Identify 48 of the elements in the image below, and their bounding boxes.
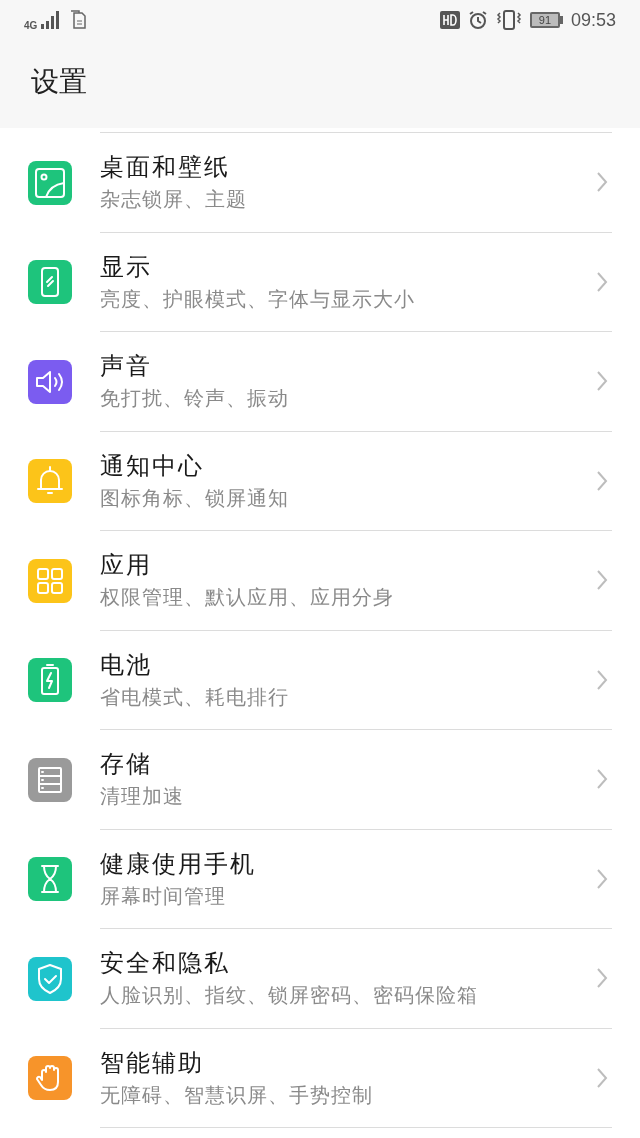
- settings-item[interactable]: 应用 权限管理、默认应用、应用分身: [0, 531, 640, 631]
- item-title: 存储: [100, 749, 153, 780]
- item-subtitle: 清理加速: [100, 784, 185, 810]
- settings-item[interactable]: 显示 亮度、护眼模式、字体与显示大小: [0, 232, 640, 332]
- chevron-right-icon: [596, 967, 608, 990]
- chevron-right-icon: [596, 569, 608, 592]
- item-subtitle: 屏幕时间管理: [100, 883, 227, 909]
- settings-item[interactable]: 声音 免打扰、铃声、振动: [0, 332, 640, 432]
- item-title: 声音: [100, 351, 153, 382]
- item-subtitle: 杂志锁屏、主题: [100, 187, 248, 213]
- item-title: 通知中心: [100, 450, 205, 481]
- settings-item[interactable]: 健康使用手机 屏幕时间管理: [0, 829, 640, 929]
- chevron-right-icon: [596, 668, 608, 691]
- settings-item[interactable]: 桌面和壁纸 杂志锁屏、主题: [0, 133, 640, 233]
- item-subtitle: 图标角标、锁屏通知: [100, 485, 290, 511]
- item-title: 显示: [100, 251, 153, 282]
- item-title: 安全和隐私: [100, 948, 231, 979]
- item-subtitle: 省电模式、耗电排行: [100, 684, 290, 710]
- vibrate-icon: [495, 9, 522, 31]
- document-icon: [69, 10, 88, 30]
- chevron-right-icon: [596, 1066, 608, 1089]
- chevron-right-icon: [596, 171, 608, 194]
- item-subtitle: 免打扰、铃声、振动: [100, 386, 290, 412]
- battery-indicator: 91: [529, 12, 563, 28]
- page-title: 设置: [31, 65, 87, 99]
- chevron-right-icon: [596, 867, 608, 890]
- item-title: 应用: [100, 550, 153, 581]
- item-subtitle: 亮度、护眼模式、字体与显示大小: [100, 286, 416, 312]
- item-subtitle: 人脸识别、指纹、锁屏密码、密码保险箱: [100, 983, 479, 1009]
- network-type: 4G: [24, 21, 38, 31]
- settings-item[interactable]: 安全和隐私 人脸识别、指纹、锁屏密码、密码保险箱: [0, 929, 640, 1029]
- chevron-right-icon: [596, 469, 608, 492]
- chevron-right-icon: [596, 768, 608, 791]
- alarm-icon: [467, 10, 488, 30]
- item-title: 桌面和壁纸: [100, 152, 231, 183]
- item-title: 智能辅助: [100, 1047, 205, 1078]
- chevron-right-icon: [596, 370, 608, 393]
- settings-item[interactable]: 存储 清理加速: [0, 730, 640, 830]
- hd-icon: [439, 11, 460, 29]
- settings-item[interactable]: 通知中心 图标角标、锁屏通知: [0, 431, 640, 531]
- settings-item[interactable]: 智能辅助 无障碍、智慧识屏、手势控制: [0, 1028, 640, 1128]
- item-subtitle: 无障碍、智慧识屏、手势控制: [100, 1082, 374, 1108]
- item-title: 健康使用手机: [100, 848, 257, 879]
- chevron-right-icon: [596, 270, 608, 293]
- item-title: 电池: [100, 649, 153, 680]
- item-subtitle: 权限管理、默认应用、应用分身: [100, 585, 395, 611]
- clock: 09:53: [570, 8, 616, 32]
- settings-item[interactable]: 电池 省电模式、耗电排行: [0, 630, 640, 730]
